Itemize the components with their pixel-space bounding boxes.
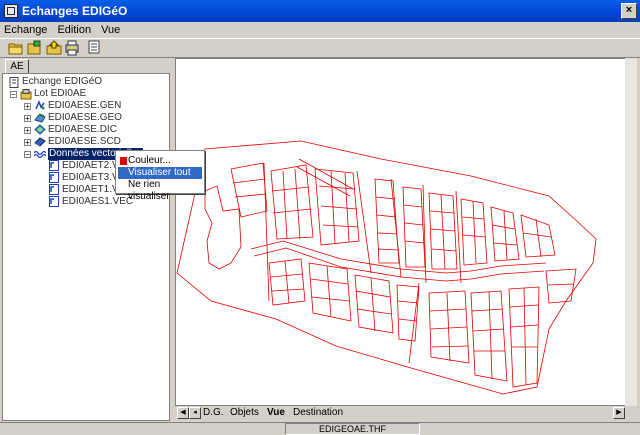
tree-pane[interactable]: Echange EDIGéO − Lot EDI0AE + EDI0AESE.G… bbox=[2, 73, 170, 421]
expand-icon[interactable]: + bbox=[24, 115, 31, 123]
vec-file-icon bbox=[49, 172, 59, 183]
tab-objets[interactable]: Objets bbox=[230, 406, 259, 420]
gen-file-icon bbox=[35, 100, 45, 110]
vec-file-icon bbox=[49, 184, 59, 195]
tree-lot[interactable]: Lot EDI0AE bbox=[34, 88, 86, 100]
tree-file-dic[interactable]: EDI0AESE.DIC bbox=[48, 124, 117, 136]
window-title: Echanges EDIGéO bbox=[22, 4, 128, 18]
settings-icon[interactable] bbox=[86, 40, 102, 56]
close-button[interactable]: × bbox=[621, 3, 637, 19]
app-icon bbox=[4, 4, 18, 18]
map-view[interactable] bbox=[175, 58, 637, 406]
menu-item-couleur-label: Couleur... bbox=[128, 155, 171, 166]
scroll-first-icon[interactable]: ◀ bbox=[177, 407, 189, 419]
tree-file-geo[interactable]: EDI0AESE.GEO bbox=[48, 112, 122, 124]
menu-item-ne-rien-visualiser[interactable]: Ne rien visualiser bbox=[118, 179, 202, 202]
vec-file-icon bbox=[49, 196, 59, 207]
scd-file-icon bbox=[34, 137, 46, 147]
tab-destination[interactable]: Destination bbox=[293, 406, 343, 420]
tab-ae[interactable]: AE bbox=[5, 59, 29, 73]
menu-bar: Echange Edition Vue bbox=[0, 22, 640, 38]
expand-icon[interactable]: + bbox=[24, 139, 31, 147]
export-icon[interactable] bbox=[46, 40, 62, 56]
tree-vec-s1[interactable]: EDI0AES1.VEC bbox=[62, 196, 133, 208]
tab-vue[interactable]: Vue bbox=[267, 406, 285, 420]
save-icon[interactable] bbox=[26, 40, 42, 56]
color-swatch-icon bbox=[120, 157, 127, 165]
menu-edition[interactable]: Edition bbox=[52, 24, 96, 36]
open-folder-icon[interactable] bbox=[8, 40, 24, 56]
menu-item-couleur[interactable]: Couleur... bbox=[118, 155, 202, 167]
cadastral-map[interactable] bbox=[176, 59, 624, 405]
vec-file-icon bbox=[49, 160, 59, 171]
title-bar: Echanges EDIGéO × bbox=[0, 0, 640, 22]
view-tabbar: ◀ ◂ ▶ D.G. Objets Vue Destination bbox=[175, 406, 637, 420]
collapse-icon[interactable]: − bbox=[10, 91, 17, 99]
menu-item-visualiser-tout[interactable]: Visualiser tout bbox=[118, 167, 202, 179]
geo-file-icon bbox=[34, 113, 46, 123]
tree-root[interactable]: Echange EDIGéO bbox=[22, 76, 102, 88]
tab-dg[interactable]: D.G. bbox=[203, 406, 224, 420]
scroll-prev-icon[interactable]: ◂ bbox=[189, 407, 201, 419]
collapse-icon[interactable]: − bbox=[24, 151, 31, 159]
menu-echange[interactable]: Echange bbox=[0, 24, 52, 36]
menu-vue[interactable]: Vue bbox=[96, 24, 125, 36]
left-tabstrip: AE bbox=[2, 59, 170, 73]
expand-icon[interactable]: + bbox=[24, 103, 31, 111]
document-icon bbox=[9, 77, 19, 88]
vector-data-icon bbox=[34, 150, 46, 159]
map-vertical-scrollbar[interactable] bbox=[625, 58, 637, 406]
tree-file-gen[interactable]: EDI0AESE.GEN bbox=[48, 100, 121, 112]
dic-file-icon bbox=[34, 124, 46, 135]
lot-icon bbox=[20, 89, 32, 100]
context-menu: Couleur... Visualiser tout Ne rien visua… bbox=[115, 150, 205, 202]
scroll-right-icon[interactable]: ▶ bbox=[613, 407, 625, 419]
status-filename: EDIGEOAE.THF bbox=[285, 423, 420, 435]
expand-icon[interactable]: + bbox=[24, 127, 31, 135]
status-bar: EDIGEOAE.THF bbox=[0, 422, 640, 435]
toolbar bbox=[0, 38, 640, 58]
print-icon[interactable] bbox=[64, 40, 80, 56]
tree-file-scd[interactable]: EDI0AESE.SCD bbox=[48, 136, 121, 148]
